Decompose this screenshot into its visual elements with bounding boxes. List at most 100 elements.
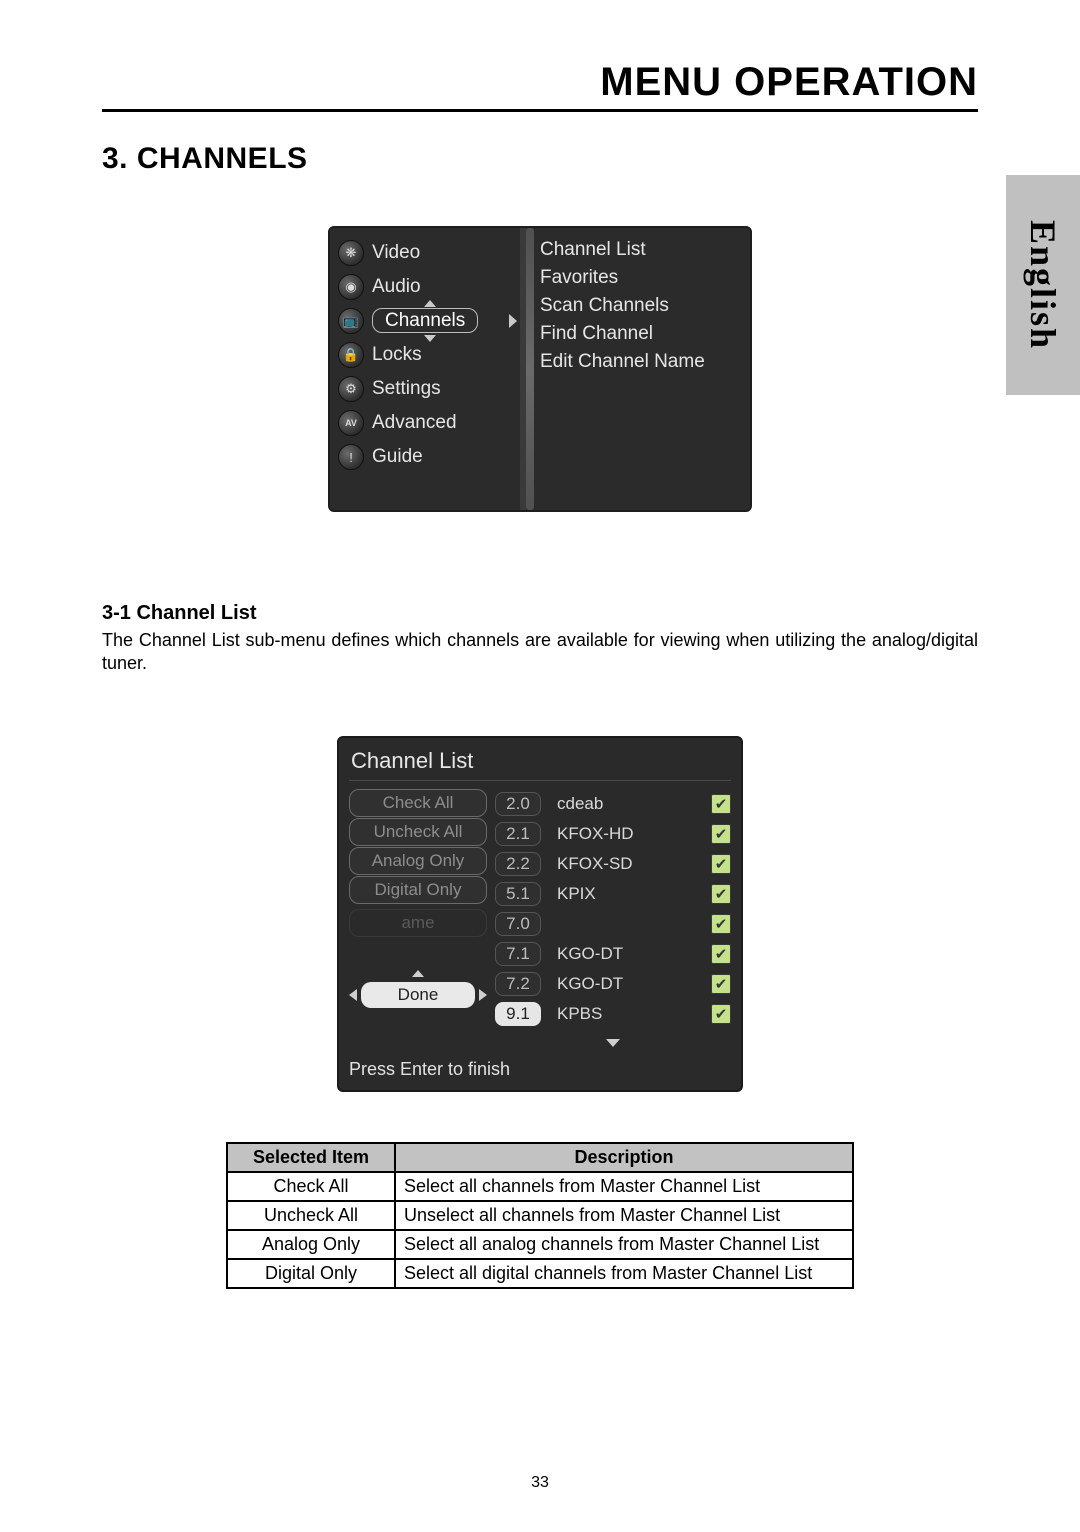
menu-item-locks[interactable]: 🔒 Locks [336, 338, 514, 372]
table-header-row: Selected Item Description [227, 1143, 853, 1172]
language-label: English [1022, 220, 1064, 350]
submenu-item[interactable]: Favorites [540, 264, 744, 292]
channel-name: KPBS [547, 1004, 705, 1024]
language-tab: English [1006, 175, 1080, 395]
menu-selected-wrap: Channels [372, 310, 488, 332]
submenu-item[interactable]: Find Channel [540, 320, 744, 348]
channel-row[interactable]: 7.0 ✔ [495, 909, 731, 939]
table-row: Uncheck AllUnselect all channels from Ma… [227, 1201, 853, 1230]
channel-list-left: Check All Uncheck All Analog Only Digita… [349, 789, 487, 1053]
menu-item-label: Guide [372, 446, 423, 468]
check-icon[interactable]: ✔ [711, 884, 731, 904]
menu-item-audio[interactable]: ◉ Audio [336, 270, 514, 304]
channel-row[interactable]: 2.0 cdeab ✔ [495, 789, 731, 819]
chevron-right-icon[interactable] [479, 989, 487, 1001]
paragraph: The Channel List sub-menu defines which … [102, 629, 978, 676]
menu-item-advanced[interactable]: AV Advanced [336, 406, 514, 440]
audio-icon: ◉ [338, 274, 364, 300]
channel-number: 2.1 [495, 822, 541, 846]
check-icon[interactable]: ✔ [711, 944, 731, 964]
channel-number: 7.2 [495, 972, 541, 996]
menu-item-label: Settings [372, 378, 441, 400]
chevron-up-icon [412, 970, 424, 977]
advanced-icon: AV [338, 410, 364, 436]
menu-item-guide[interactable]: ! Guide [336, 440, 514, 474]
channel-name: KGO-DT [547, 944, 705, 964]
table-cell-item: Digital Only [227, 1259, 395, 1288]
description-table: Selected Item Description Check AllSelec… [226, 1142, 854, 1289]
menu-item-label: Advanced [372, 412, 457, 434]
channel-list-body: Check All Uncheck All Analog Only Digita… [349, 789, 731, 1053]
channel-number: 9.1 [495, 1002, 541, 1026]
check-icon[interactable]: ✔ [711, 824, 731, 844]
channel-list-screenshot: Channel List Check All Uncheck All Analo… [337, 736, 743, 1092]
channel-row[interactable]: 9.1 KPBS ✔ [495, 999, 731, 1029]
check-icon[interactable]: ✔ [711, 854, 731, 874]
analog-only-button[interactable]: Analog Only [349, 847, 487, 875]
channel-name: KGO-DT [547, 974, 705, 994]
menu-item-settings[interactable]: ⚙ Settings [336, 372, 514, 406]
menu-item-label: Audio [372, 276, 421, 298]
header-rule [102, 109, 978, 112]
info-icon: ! [338, 444, 364, 470]
channel-row[interactable]: 7.1 KGO-DT ✔ [495, 939, 731, 969]
tv-icon: 📺 [338, 308, 364, 334]
gear-icon: ⚙ [338, 376, 364, 402]
table-row: Analog OnlySelect all analog channels fr… [227, 1230, 853, 1259]
submenu-item[interactable]: Scan Channels [540, 292, 744, 320]
lock-icon: 🔒 [338, 342, 364, 368]
menu-screenshot: ❋ Video ◉ Audio 📺 Channels 🔒 Locks ⚙ [328, 226, 752, 512]
subsection-title: 3-1 Channel List [102, 602, 978, 625]
ghost-pill: ame [349, 909, 487, 937]
divider [349, 780, 731, 781]
check-icon[interactable]: ✔ [711, 794, 731, 814]
check-icon[interactable]: ✔ [711, 914, 731, 934]
page-header: MENU OPERATION [102, 60, 978, 105]
check-icon[interactable]: ✔ [711, 974, 731, 994]
channel-name: KFOX-HD [547, 824, 705, 844]
uncheck-all-button[interactable]: Uncheck All [349, 818, 487, 846]
channel-number: 7.0 [495, 912, 541, 936]
table-cell-item: Analog Only [227, 1230, 395, 1259]
channel-row[interactable]: 5.1KPIX✔ [495, 879, 731, 909]
channel-name: cdeab [547, 794, 705, 814]
channel-number: 5.1 [495, 882, 541, 906]
channel-list-right: 2.0 cdeab ✔ 2.1 KFOX-HD ✔ 2.2 KFOX-SD ✔ 5.1KPI… [495, 789, 731, 1053]
channel-number: 2.2 [495, 852, 541, 876]
channel-number: 7.1 [495, 942, 541, 966]
table-header: Description [395, 1143, 853, 1172]
table-cell-desc: Select all channels from Master Channel … [395, 1172, 853, 1201]
table-cell-item: Uncheck All [227, 1201, 395, 1230]
table-header: Selected Item [227, 1143, 395, 1172]
digital-only-button[interactable]: Digital Only [349, 876, 487, 904]
channel-row[interactable]: 2.1 KFOX-HD ✔ [495, 819, 731, 849]
video-icon: ❋ [338, 240, 364, 266]
table-row: Check AllSelect all channels from Master… [227, 1172, 853, 1201]
channel-name: KFOX-SD [547, 854, 705, 874]
channel-row[interactable]: 7.2 KGO-DT ✔ [495, 969, 731, 999]
menu-item-video[interactable]: ❋ Video [336, 236, 514, 270]
submenu-item[interactable]: Channel List [540, 236, 744, 264]
done-button[interactable]: Done [361, 982, 475, 1008]
table-cell-desc: Select all analog channels from Master C… [395, 1230, 853, 1259]
table-cell-desc: Unselect all channels from Master Channe… [395, 1201, 853, 1230]
channel-row[interactable]: 2.2 KFOX-SD ✔ [495, 849, 731, 879]
chevron-up-icon [424, 300, 436, 307]
chevron-left-icon[interactable] [349, 989, 357, 1001]
check-icon[interactable]: ✔ [711, 1004, 731, 1024]
channel-list-title: Channel List [351, 748, 729, 774]
chevron-down-icon[interactable] [495, 1031, 731, 1053]
check-all-button[interactable]: Check All [349, 789, 487, 817]
submenu-item[interactable]: Edit Channel Name [540, 348, 744, 376]
menu-right-pane: Channel List Favorites Scan Channels Fin… [526, 228, 750, 510]
table-cell-desc: Select all digital channels from Master … [395, 1259, 853, 1288]
table-row: Digital OnlySelect all digital channels … [227, 1259, 853, 1288]
section-title: 3. CHANNELS [102, 142, 978, 176]
menu-item-channels[interactable]: 📺 Channels [336, 304, 514, 338]
menu-item-label: Locks [372, 344, 422, 366]
page-number: 33 [0, 1474, 1080, 1492]
channel-number: 2.0 [495, 792, 541, 816]
page-content: MENU OPERATION 3. CHANNELS ❋ Video ◉ Aud… [102, 60, 978, 1289]
chevron-down-icon [424, 335, 436, 342]
hint-text: Press Enter to finish [349, 1059, 731, 1080]
